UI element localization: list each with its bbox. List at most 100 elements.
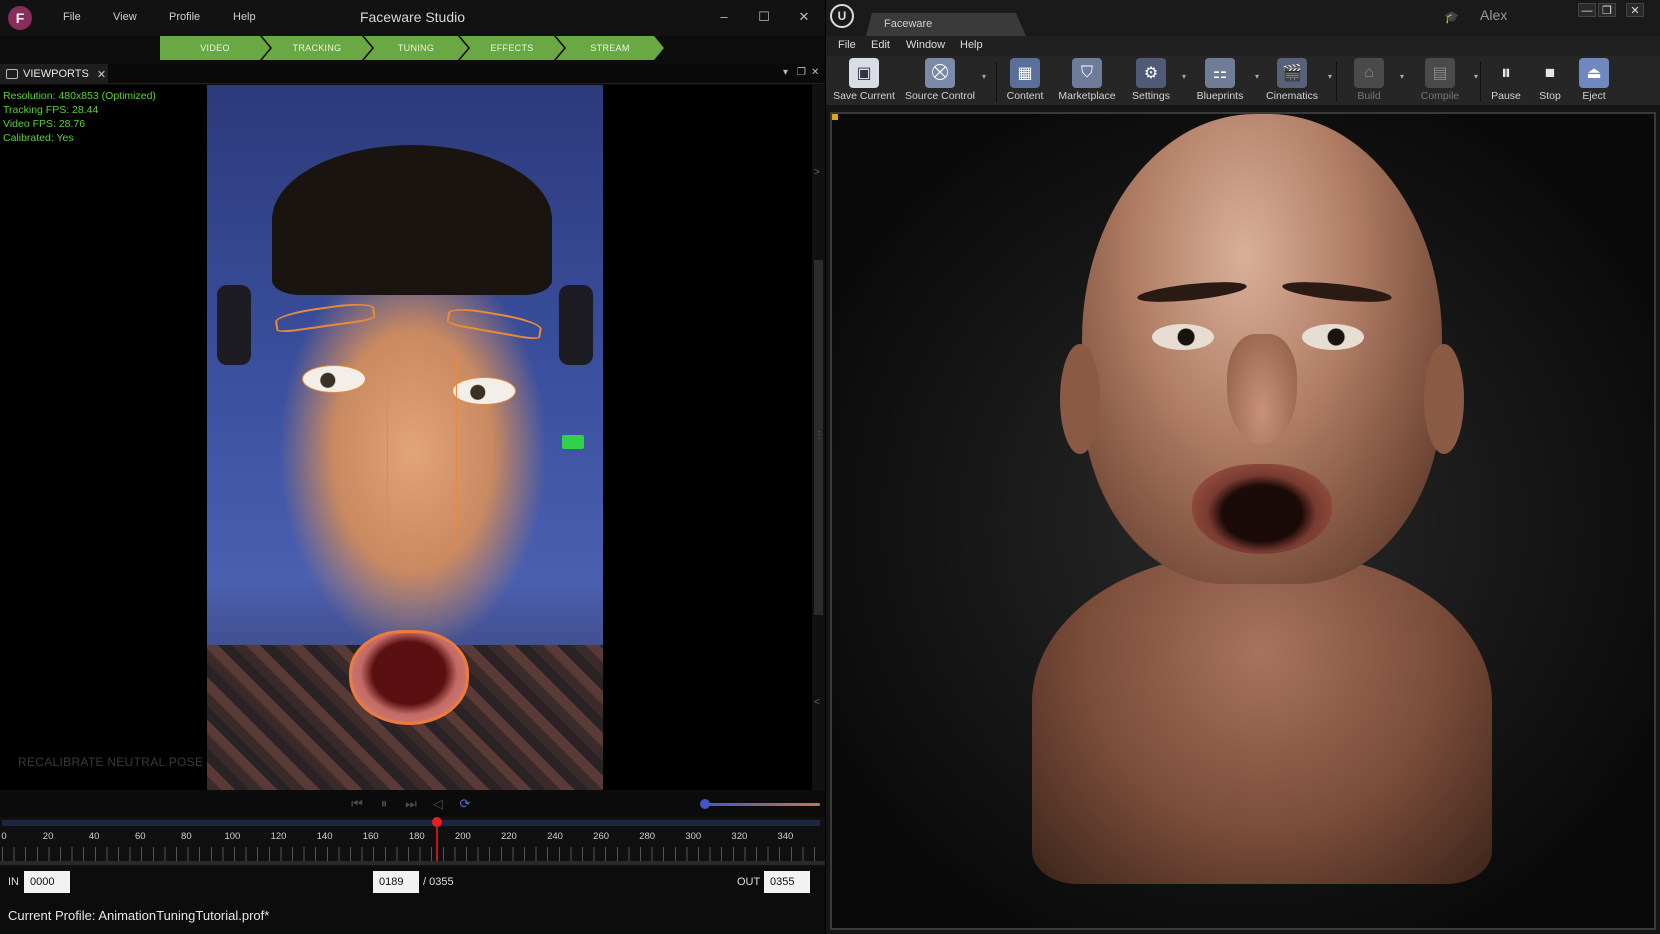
menu-profile[interactable]: Profile — [169, 11, 200, 23]
scroll-grip-icon: ⋮ — [814, 430, 824, 441]
timeline-tick-label: 160 — [362, 831, 379, 842]
minimize-button[interactable]: – — [713, 7, 735, 27]
unreal-logo-icon[interactable]: U — [830, 4, 854, 28]
marketplace-button[interactable]: ⛉ Marketplace — [1056, 58, 1118, 104]
panel-float-icon[interactable]: ❐ — [797, 67, 806, 78]
panel-dropdown-icon[interactable]: ▾ — [783, 67, 788, 78]
stat-tracking-fps: Tracking FPS: 28.44 — [3, 104, 99, 116]
marketplace-label: Marketplace — [1058, 90, 1116, 102]
timeline[interactable]: 0 20 40 60 80 100 120 140 160 180 200 220 240 260 280 3… — [0, 817, 825, 867]
rendered-eye-left — [1152, 324, 1214, 350]
eject-label: Eject — [1582, 90, 1606, 102]
ue-menu-help[interactable]: Help — [960, 39, 983, 51]
timeline-tick-label: 140 — [316, 831, 333, 842]
tracking-eye-left — [302, 365, 366, 393]
settings-button[interactable]: ⚙ Settings ▾ — [1126, 58, 1186, 104]
ue-level-viewport[interactable] — [830, 112, 1656, 930]
panel-close-icon[interactable]: ✕ — [811, 67, 819, 78]
viewport-active-marker — [832, 114, 838, 120]
blueprints-dropdown-icon[interactable]: ▾ — [1255, 72, 1259, 81]
playback-speed-slider[interactable] — [705, 803, 820, 806]
playback-speed-handle[interactable] — [700, 799, 710, 809]
compile-dropdown-icon[interactable]: ▾ — [1474, 72, 1478, 81]
menu-view[interactable]: View — [113, 11, 137, 23]
timeline-range-bar[interactable] — [0, 861, 825, 865]
stop-button[interactable]: ⏹ Stop — [1530, 58, 1570, 104]
scroll-left-icon[interactable]: < — [814, 697, 820, 708]
ue-menu-window[interactable]: Window — [906, 39, 945, 51]
content-button[interactable]: ▦ Content — [1000, 58, 1050, 104]
cinematics-button[interactable]: 🎬 Cinematics ▾ — [1262, 58, 1332, 104]
step-stream[interactable]: STREAM — [556, 36, 664, 60]
ue-user-name[interactable]: Alex — [1480, 7, 1507, 23]
out-frame-input[interactable]: 0355 — [764, 871, 810, 893]
tracking-nose — [387, 357, 457, 557]
timeline-tick-label: 40 — [88, 831, 100, 842]
faceware-logo-icon[interactable]: F — [8, 6, 32, 30]
menu-help[interactable]: Help — [233, 11, 256, 23]
save-current-button[interactable]: ▣ Save Current — [833, 58, 895, 104]
source-control-label: Source Control — [904, 90, 976, 102]
step-video[interactable]: VIDEO — [160, 36, 270, 60]
build-label: Build — [1357, 90, 1381, 102]
eject-button[interactable]: ⏏ Eject — [1574, 58, 1614, 104]
source-control-status-icon[interactable]: 🎓 — [1444, 10, 1459, 24]
maximize-button[interactable]: ☐ — [753, 7, 775, 27]
step-tracking[interactable]: TRACKING — [262, 36, 372, 60]
timeline-ticks — [2, 847, 820, 861]
step-effects[interactable]: EFFECTS — [460, 36, 564, 60]
current-frame-input[interactable]: 0189 — [373, 871, 419, 893]
settings-dropdown-icon[interactable]: ▾ — [1182, 72, 1186, 81]
tracking-brow-right — [445, 304, 544, 342]
rendered-nose — [1227, 334, 1297, 444]
cinematics-dropdown-icon[interactable]: ▾ — [1328, 72, 1332, 81]
source-control-dropdown-icon[interactable]: ▾ — [982, 72, 986, 81]
video-viewport[interactable]: Resolution: 480x853 (Optimized) Tracking… — [0, 85, 812, 790]
loop-icon[interactable]: ⟳ — [456, 796, 474, 812]
tab-viewports[interactable]: VIEWPORTS ✕ — [0, 64, 108, 84]
build-dropdown-icon[interactable]: ▾ — [1400, 72, 1404, 81]
ue-project-tab[interactable]: Faceware — [866, 13, 1026, 36]
close-button[interactable]: ✕ — [793, 7, 815, 27]
timeline-tick-label: 120 — [270, 831, 287, 842]
content-icon: ▦ — [1010, 58, 1040, 88]
cinematics-icon: 🎬 — [1277, 58, 1307, 88]
pause-icon[interactable]: ⏸ — [375, 796, 393, 812]
transport-controls: ⏮ ⏸ ⏭ ◁ ⟳ — [0, 792, 825, 816]
toolbar-separator — [1480, 62, 1481, 102]
in-frame-input[interactable]: 0000 — [24, 871, 70, 893]
play-reverse-icon[interactable]: ◁ — [429, 796, 447, 812]
step-tuning[interactable]: TUNING — [364, 36, 468, 60]
scroll-right-icon[interactable]: > — [814, 167, 820, 178]
compile-button[interactable]: ▤ Compile ▾ — [1412, 58, 1478, 104]
menu-file[interactable]: File — [63, 11, 81, 23]
timeline-tick-label: 280 — [639, 831, 656, 842]
ue-menu-file[interactable]: File — [838, 39, 856, 51]
timeline-track[interactable] — [2, 820, 820, 826]
skip-end-icon[interactable]: ⏭ — [402, 796, 420, 812]
compile-label: Compile — [1420, 90, 1460, 102]
build-button[interactable]: ⌂ Build ▾ — [1344, 58, 1404, 104]
ue-maximize-button[interactable]: ❐ — [1598, 3, 1616, 17]
viewport-scrollbar[interactable]: > ⋮ < — [812, 85, 825, 790]
actor-hair — [272, 145, 552, 295]
tracking-eye-right — [452, 377, 516, 405]
stop-icon: ⏹ — [1545, 61, 1555, 84]
ue-minimize-button[interactable]: — — [1578, 3, 1596, 17]
skip-start-icon[interactable]: ⏮ — [348, 796, 366, 812]
timeline-tick-label: 100 — [224, 831, 241, 842]
recalibrate-neutral-pose-button[interactable]: RECALIBRATE NEUTRAL POSE — [18, 755, 203, 769]
out-label: OUT — [737, 876, 761, 888]
panel-tab-bar: VIEWPORTS ✕ ▾ ❐ ✕ — [0, 64, 825, 84]
ue-close-button[interactable]: ✕ — [1626, 3, 1644, 17]
tab-close-icon[interactable]: ✕ — [97, 68, 106, 81]
pause-button[interactable]: ⏸ Pause — [1484, 58, 1528, 104]
title-bar: F File View Profile Help Faceware Studio… — [0, 0, 825, 36]
rendered-brow-right — [1281, 278, 1393, 306]
tab-viewports-label: VIEWPORTS — [23, 68, 89, 80]
source-control-button[interactable]: ⛒ Source Control ▾ — [904, 58, 986, 104]
total-frames: / 0355 — [423, 876, 454, 888]
rendered-ear-left — [1060, 344, 1100, 454]
ue-menu-edit[interactable]: Edit — [871, 39, 890, 51]
blueprints-button[interactable]: ⚏ Blueprints ▾ — [1191, 58, 1259, 104]
